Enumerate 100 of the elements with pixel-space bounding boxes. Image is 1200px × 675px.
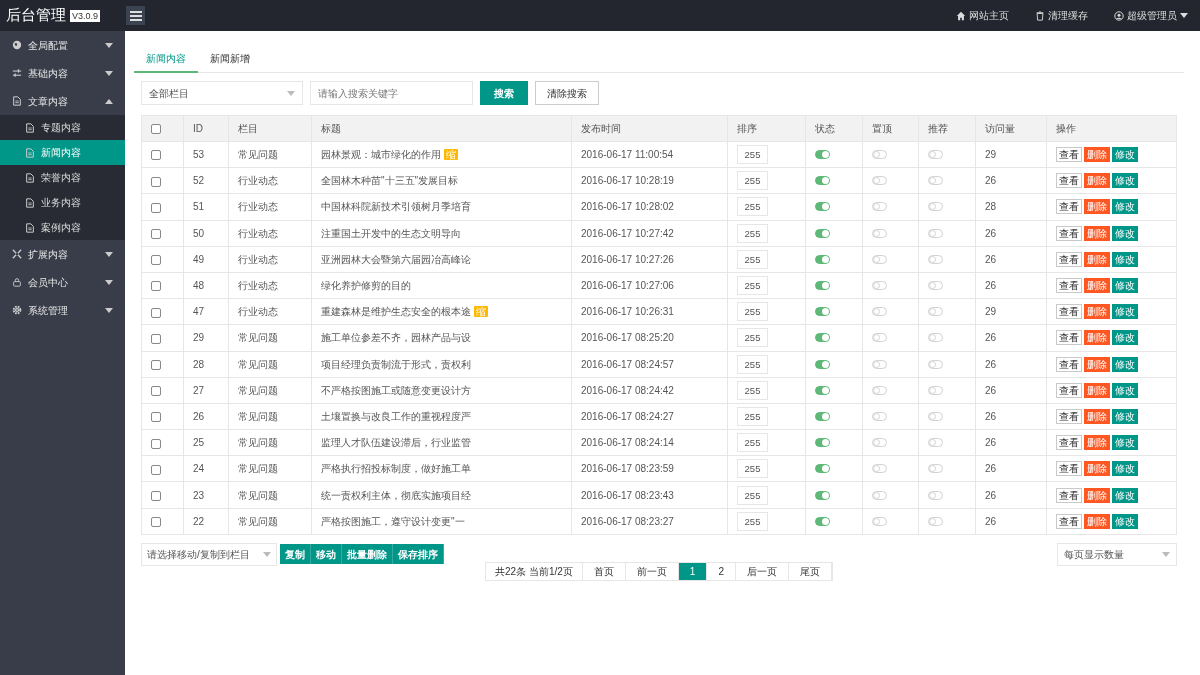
page-size-dropdown[interactable]: 每页显示数量 bbox=[1057, 542, 1177, 566]
edit-button[interactable]: 修改 bbox=[1112, 408, 1138, 424]
order-input[interactable]: 255 bbox=[737, 223, 768, 243]
view-button[interactable]: 查看 bbox=[1056, 435, 1082, 451]
checkbox[interactable] bbox=[151, 150, 161, 161]
toggle-switch[interactable] bbox=[872, 359, 887, 369]
toggle-switch[interactable] bbox=[815, 254, 830, 264]
edit-button[interactable]: 修改 bbox=[1112, 199, 1138, 215]
toggle-switch[interactable] bbox=[815, 490, 830, 500]
submenu-item[interactable]: 业务内容 bbox=[0, 190, 125, 215]
page-button[interactable]: 2 bbox=[707, 562, 736, 580]
toggle-switch[interactable] bbox=[928, 202, 943, 212]
toggle-switch[interactable] bbox=[815, 307, 830, 317]
order-input[interactable]: 255 bbox=[737, 433, 768, 453]
sidebar-item[interactable]: 文章内容 bbox=[28, 93, 99, 109]
edit-button[interactable]: 修改 bbox=[1112, 461, 1138, 477]
order-input[interactable]: 255 bbox=[737, 249, 768, 269]
toggle-switch[interactable] bbox=[928, 490, 943, 500]
toggle-switch[interactable] bbox=[815, 202, 830, 212]
top-link[interactable]: 清理缓存 bbox=[1048, 8, 1088, 23]
toggle-switch[interactable] bbox=[815, 228, 830, 238]
toggle-switch[interactable] bbox=[928, 516, 943, 526]
tab[interactable]: 新闻内容 bbox=[134, 45, 198, 73]
toggle-switch[interactable] bbox=[872, 385, 887, 395]
toggle-switch[interactable] bbox=[928, 411, 943, 421]
toggle-switch[interactable] bbox=[872, 202, 887, 212]
order-input[interactable]: 255 bbox=[737, 485, 768, 505]
bulk-action-button[interactable]: 保存排序 bbox=[393, 544, 444, 565]
toggle-switch[interactable] bbox=[815, 150, 830, 160]
edit-button[interactable]: 修改 bbox=[1112, 173, 1138, 189]
toggle-switch[interactable] bbox=[815, 411, 830, 421]
toggle-switch[interactable] bbox=[872, 411, 887, 421]
sidebar-item[interactable]: 会员中心 bbox=[28, 274, 99, 290]
checkbox[interactable] bbox=[151, 359, 161, 370]
toggle-switch[interactable] bbox=[928, 385, 943, 395]
search-field[interactable]: 请输入搜索关键字 bbox=[310, 81, 473, 105]
view-button[interactable]: 查看 bbox=[1056, 199, 1082, 215]
view-button[interactable]: 查看 bbox=[1056, 304, 1082, 320]
top-link[interactable]: 网站主页 bbox=[969, 8, 1009, 23]
edit-button[interactable]: 修改 bbox=[1112, 435, 1138, 451]
view-button[interactable]: 查看 bbox=[1056, 251, 1082, 267]
toggle-switch[interactable] bbox=[815, 176, 830, 186]
toggle-switch[interactable] bbox=[928, 307, 943, 317]
order-input[interactable]: 255 bbox=[737, 406, 768, 426]
view-button[interactable]: 查看 bbox=[1056, 147, 1082, 163]
page-button[interactable]: 尾页 bbox=[788, 562, 832, 580]
checkbox[interactable] bbox=[151, 386, 161, 397]
checkbox[interactable] bbox=[151, 124, 161, 135]
toggle-switch[interactable] bbox=[872, 490, 887, 500]
view-button[interactable]: 查看 bbox=[1056, 173, 1082, 189]
checkbox[interactable] bbox=[151, 229, 161, 239]
sidebar-item[interactable]: 系统管理 bbox=[28, 302, 99, 318]
edit-button[interactable]: 修改 bbox=[1112, 487, 1138, 503]
target-category-dropdown[interactable]: 请选择移动/复制到栏目 bbox=[141, 542, 277, 566]
page-button[interactable]: 前一页 bbox=[625, 562, 679, 580]
tab[interactable]: 新闻新增 bbox=[198, 45, 262, 73]
toggle-switch[interactable] bbox=[872, 254, 887, 264]
view-button[interactable]: 查看 bbox=[1056, 408, 1082, 424]
view-button[interactable]: 查看 bbox=[1056, 513, 1082, 529]
checkbox[interactable] bbox=[151, 490, 161, 501]
edit-button[interactable]: 修改 bbox=[1112, 330, 1138, 346]
edit-button[interactable]: 修改 bbox=[1112, 382, 1138, 398]
view-button[interactable]: 查看 bbox=[1056, 356, 1082, 372]
view-button[interactable]: 查看 bbox=[1056, 330, 1082, 346]
toggle-switch[interactable] bbox=[872, 281, 887, 291]
submenu-item[interactable]: 专题内容 bbox=[0, 115, 125, 140]
view-button[interactable]: 查看 bbox=[1056, 487, 1082, 503]
edit-button[interactable]: 修改 bbox=[1112, 304, 1138, 320]
toggle-switch[interactable] bbox=[928, 176, 943, 186]
edit-button[interactable]: 修改 bbox=[1112, 278, 1138, 294]
toggle-switch[interactable] bbox=[872, 307, 887, 317]
sidebar-item[interactable]: 基础内容 bbox=[28, 65, 99, 81]
toggle-switch[interactable] bbox=[872, 464, 887, 474]
checkbox[interactable] bbox=[151, 202, 161, 213]
clear-search-button[interactable]: 清除搜索 bbox=[535, 81, 599, 105]
edit-button[interactable]: 修改 bbox=[1112, 251, 1138, 267]
toggle-switch[interactable] bbox=[928, 333, 943, 343]
view-button[interactable]: 查看 bbox=[1056, 382, 1082, 398]
checkbox[interactable] bbox=[151, 176, 161, 187]
toggle-switch[interactable] bbox=[815, 359, 830, 369]
sidebar-item[interactable]: 扩展内容 bbox=[28, 246, 99, 262]
order-input[interactable]: 255 bbox=[737, 459, 768, 479]
toggle-switch[interactable] bbox=[928, 281, 943, 291]
view-button[interactable]: 查看 bbox=[1056, 225, 1082, 241]
toggle-switch[interactable] bbox=[928, 464, 943, 474]
checkbox[interactable] bbox=[151, 255, 161, 266]
submenu-item[interactable]: 荣誉内容 bbox=[0, 165, 125, 190]
toggle-switch[interactable] bbox=[815, 333, 830, 343]
order-input[interactable]: 255 bbox=[737, 354, 768, 374]
order-input[interactable]: 255 bbox=[737, 276, 768, 296]
top-link[interactable]: 超级管理员 bbox=[1127, 8, 1177, 23]
toggle-switch[interactable] bbox=[872, 176, 887, 186]
toggle-switch[interactable] bbox=[815, 385, 830, 395]
edit-button[interactable]: 修改 bbox=[1112, 356, 1138, 372]
search-button[interactable]: 搜索 bbox=[480, 81, 528, 105]
edit-button[interactable]: 修改 bbox=[1112, 147, 1138, 163]
toggle-switch[interactable] bbox=[928, 254, 943, 264]
page-button[interactable]: 1 bbox=[678, 562, 708, 580]
bulk-action-button[interactable]: 复制 bbox=[280, 544, 311, 565]
view-button[interactable]: 查看 bbox=[1056, 461, 1082, 477]
